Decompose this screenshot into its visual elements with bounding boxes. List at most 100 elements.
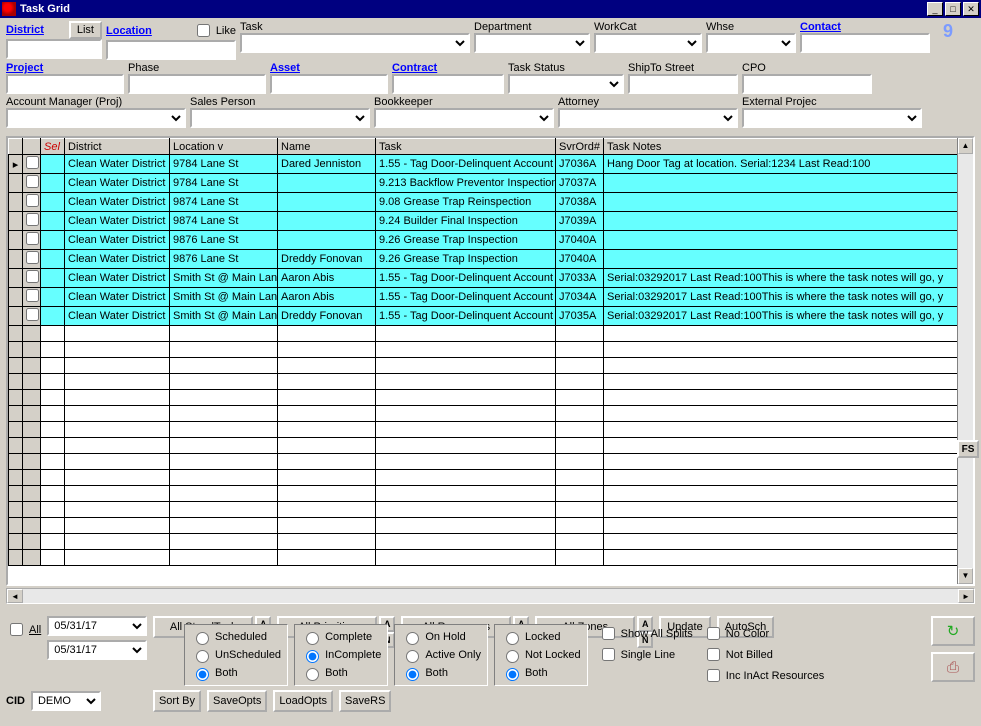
scroll-left-button[interactable]: ◄	[7, 589, 23, 603]
cell-location: Smith St @ Main Lane	[170, 307, 278, 326]
vertical-scrollbar[interactable]: ▲ ▼	[957, 138, 973, 584]
minimize-button[interactable]: _	[927, 2, 943, 16]
filter-external-projec[interactable]	[742, 108, 922, 128]
window-title: Task Grid	[20, 3, 925, 15]
fs-button[interactable]: FS	[957, 440, 979, 458]
table-row[interactable]: Clean Water District9874 Lane St9.24 Bui…	[9, 212, 958, 231]
filter-sales-person[interactable]	[190, 108, 370, 128]
radio-complete[interactable]	[306, 632, 319, 645]
filter-label-contract[interactable]: Contract	[392, 62, 437, 74]
radio-both[interactable]	[506, 668, 519, 681]
row-select[interactable]	[26, 251, 39, 264]
col-task[interactable]: Task	[376, 139, 556, 155]
scroll-down-button[interactable]: ▼	[958, 568, 973, 584]
check-no-color[interactable]	[707, 627, 720, 640]
cid-select[interactable]: DEMO	[31, 691, 101, 711]
col-notes[interactable]: Task Notes	[604, 139, 958, 155]
table-row[interactable]: ▸Clean Water District9784 Lane StDared J…	[9, 155, 958, 174]
col-svrord[interactable]: SvrOrd#	[556, 139, 604, 155]
cell-name	[278, 231, 376, 250]
list-button[interactable]: List	[69, 21, 102, 39]
date-from[interactable]: 05/31/17	[47, 616, 147, 636]
radio-scheduled[interactable]	[196, 632, 209, 645]
saveopts-button[interactable]: SaveOpts	[207, 690, 267, 712]
col-location[interactable]: Location v	[170, 139, 278, 155]
filter-department[interactable]	[474, 33, 590, 53]
filter-label-contact[interactable]: Contact	[800, 21, 841, 33]
row-select[interactable]	[26, 194, 39, 207]
cell-svrord: J7035A	[556, 307, 604, 326]
filter-label-district[interactable]: District	[6, 24, 44, 36]
table-row[interactable]: Clean Water District9784 Lane St9.213 Ba…	[9, 174, 958, 193]
scroll-right-button[interactable]: ►	[958, 589, 974, 603]
like-checkbox[interactable]	[197, 24, 210, 37]
filter-shipto-street[interactable]	[628, 74, 738, 94]
date-to[interactable]: 05/31/17	[47, 640, 147, 660]
cell-notes: Hang Door Tag at location. Serial:1234 L…	[604, 155, 958, 174]
cid-label: CID	[6, 695, 25, 707]
filter-account-manager-proj-[interactable]	[6, 108, 186, 128]
radio-unscheduled[interactable]	[196, 650, 209, 663]
filter-phase[interactable]	[128, 74, 266, 94]
check-single-line[interactable]	[602, 648, 615, 661]
scroll-up-button[interactable]: ▲	[958, 138, 973, 154]
horizontal-scrollbar[interactable]: ◄ ►	[6, 588, 975, 604]
print-button[interactable]: ⎙	[931, 652, 975, 682]
row-select[interactable]	[26, 156, 39, 169]
refresh-button[interactable]: ↻	[931, 616, 975, 646]
radio-both[interactable]	[196, 668, 209, 681]
col-district[interactable]: District	[65, 139, 170, 155]
table-row[interactable]: Clean Water DistrictSmith St @ Main Lane…	[9, 288, 958, 307]
filter-attorney[interactable]	[558, 108, 738, 128]
radio-locked[interactable]	[506, 632, 519, 645]
close-button[interactable]: ✕	[963, 2, 979, 16]
all-checkbox[interactable]	[10, 623, 23, 636]
table-row[interactable]: Clean Water DistrictSmith St @ Main Lane…	[9, 307, 958, 326]
row-select[interactable]	[26, 213, 39, 226]
filter-bookkeeper[interactable]	[374, 108, 554, 128]
cell-district: Clean Water District	[65, 288, 170, 307]
filter-label-asset[interactable]: Asset	[270, 62, 300, 74]
sortby-button[interactable]: Sort By	[153, 690, 201, 712]
filter-whse[interactable]	[706, 33, 796, 53]
all-checkbox-label: All	[6, 620, 41, 639]
radio-both[interactable]	[306, 668, 319, 681]
radio-on-hold[interactable]	[406, 632, 419, 645]
cell-task: 9.213 Backflow Preventor Inspection	[376, 174, 556, 193]
table-row[interactable]: Clean Water District9874 Lane St9.08 Gre…	[9, 193, 958, 212]
maximize-button[interactable]: □	[945, 2, 961, 16]
radio-active-only[interactable]	[406, 650, 419, 663]
filter-workcat[interactable]	[594, 33, 702, 53]
row-select[interactable]	[26, 270, 39, 283]
table-row[interactable]: Clean Water District9876 Lane StDreddy F…	[9, 250, 958, 269]
filter-label-project[interactable]: Project	[6, 62, 43, 74]
row-select[interactable]	[26, 308, 39, 321]
table-row[interactable]: Clean Water District9876 Lane St9.26 Gre…	[9, 231, 958, 250]
check-inc-inact-resources[interactable]	[707, 669, 720, 682]
loadopts-button[interactable]: LoadOpts	[273, 690, 333, 712]
check-not-billed[interactable]	[707, 648, 720, 661]
radio-incomplete[interactable]	[306, 650, 319, 663]
filter-project[interactable]	[6, 74, 124, 94]
filter-task-status[interactable]	[508, 74, 624, 94]
row-select[interactable]	[26, 289, 39, 302]
row-select[interactable]	[26, 175, 39, 188]
filter-task[interactable]	[240, 33, 470, 53]
row-select[interactable]	[26, 232, 39, 245]
col-name[interactable]: Name	[278, 139, 376, 155]
table-row[interactable]: Clean Water DistrictSmith St @ Main Lane…	[9, 269, 958, 288]
filter-location[interactable]	[106, 40, 236, 60]
savers-button[interactable]: SaveRS	[339, 690, 391, 712]
filter-label-location[interactable]: Location	[106, 25, 152, 37]
check-show-all-splits[interactable]	[602, 627, 615, 640]
radio-not-locked[interactable]	[506, 650, 519, 663]
radio-both[interactable]	[406, 668, 419, 681]
filter-district[interactable]	[6, 39, 102, 59]
filter-contract[interactable]	[392, 74, 504, 94]
filter-label-task-status: Task Status	[508, 62, 565, 74]
filter-asset[interactable]	[270, 74, 388, 94]
col-sel[interactable]: Sel	[41, 139, 65, 155]
task-grid[interactable]: SelDistrictLocation vNameTaskSvrOrd#Task…	[6, 136, 975, 586]
filter-cpo[interactable]	[742, 74, 872, 94]
filter-contact[interactable]	[800, 33, 930, 53]
